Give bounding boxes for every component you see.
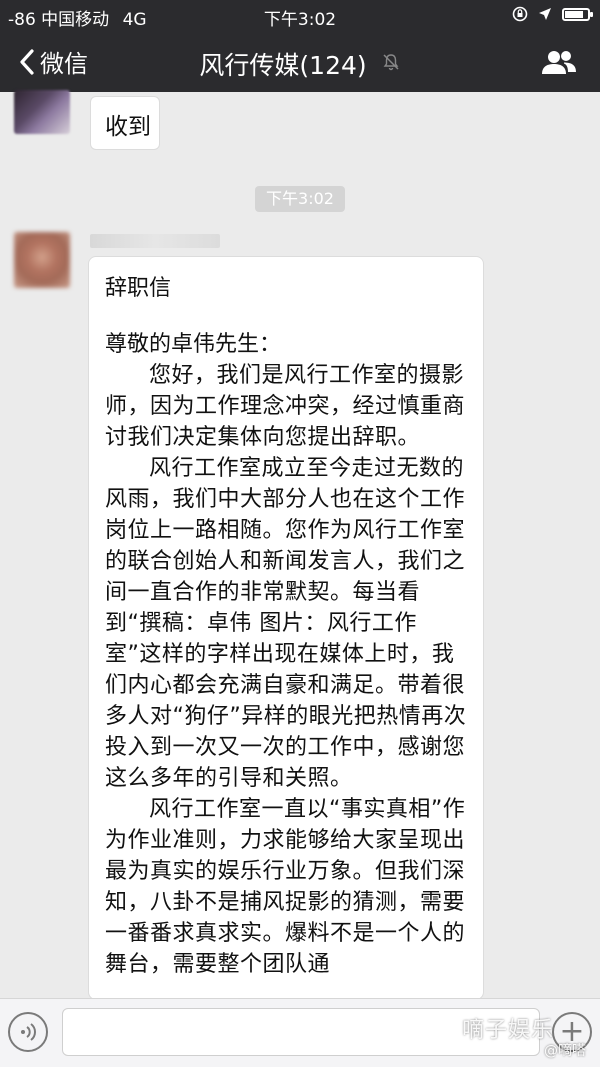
status-bar: -86 中国移动 4G 下午3:02 [0,0,600,32]
voice-button[interactable] [8,1012,48,1052]
letter-title: 辞职信 [105,276,172,301]
time-divider: 下午3:02 [255,186,345,212]
bell-muted-icon [383,54,399,71]
status-time: 下午3:02 [263,10,337,30]
voice-icon [21,1023,36,1041]
letter-message-bubble[interactable]: 辞职信 尊敬的卓伟先生： 您好，我们是风行工作室的摄影师，因为工作理念冲突，经过… [88,256,484,1000]
watermark-brand: 嘀子娱乐 [461,1018,554,1043]
watermark-handle: @嘀嗒 [544,1043,586,1059]
letter-salutation: 尊敬的卓伟先生： [105,332,282,357]
battery-icon [562,7,593,21]
chat-title: 风行传媒(124) [0,46,600,82]
rotation-lock-icon [512,6,528,22]
status-icons [512,6,593,22]
group-members-icon[interactable] [540,48,578,76]
letter-paragraph: 风行工作室一直以“事实真相”作为作业准则，力求能够给大家呈现出最为真实的娱乐行业… [105,797,466,977]
sender-avatar[interactable] [14,232,70,288]
letter-paragraph: 您好，我们是风行工作室的摄影师，因为工作理念冲突，经过慎重商讨我们决定集体向您提… [105,363,466,450]
message-bubble[interactable]: 收到 [90,96,160,150]
chat-title-text: 风行传媒(124) [199,51,367,80]
message-text: 收到 [105,114,151,140]
battery-fill [565,10,583,18]
nav-bar: 微信 风行传媒(124) [0,32,600,92]
sender-nickname [90,234,220,248]
location-arrow-icon [539,8,551,20]
letter-paragraph: 风行工作室成立至今走过无数的风雨，我们中大部分人也在这个工作岗位上一路相随。您作… [105,456,467,791]
avatar[interactable] [14,90,70,134]
